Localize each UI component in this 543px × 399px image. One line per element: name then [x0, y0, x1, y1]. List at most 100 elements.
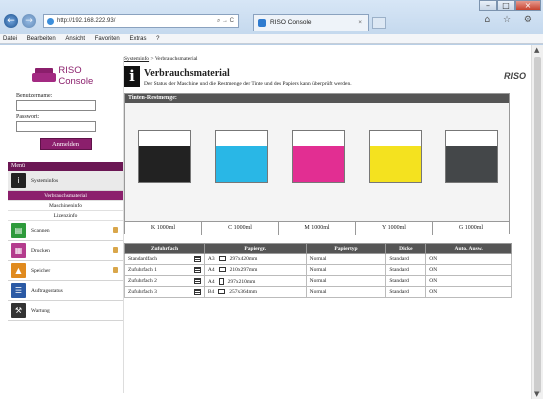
minimize-button[interactable]: –	[479, 0, 497, 11]
ink-level-fill	[139, 146, 190, 182]
print-icon: ▦	[11, 243, 26, 258]
landscape-paper-icon	[218, 256, 226, 262]
breadcrumb-current: > Verbrauchsmaterial	[149, 56, 198, 62]
ink-label-c: C 1000ml	[202, 222, 279, 235]
sidebar-item-auftragsstatus[interactable]: ☰ Auftragsstatus	[8, 281, 123, 301]
column-header: Papiergr.	[203, 243, 307, 254]
tab-favicon-icon	[258, 19, 266, 27]
tray-detail-icon[interactable]	[193, 256, 201, 262]
tray-detail-icon[interactable]	[193, 289, 201, 295]
sidebar-item-label: Drucken	[31, 247, 50, 254]
paper-type: Normal	[305, 264, 387, 276]
sidebar: RISO Console Benutzername: Passwort: Anm…	[8, 57, 124, 393]
riso-console-logo: RISO Console	[32, 65, 115, 87]
landscape-paper-icon	[218, 267, 226, 273]
paper-size: A4 210x297mm	[203, 264, 307, 276]
menu-bar: Datei Bearbeiten Ansicht Favoriten Extra…	[0, 34, 543, 44]
scroll-up-icon[interactable]: ▲	[534, 46, 539, 54]
submenu-lizenzinfo[interactable]: Lizenzinfo	[8, 211, 123, 221]
breadcrumb: Systeminfo > Verbrauchsmaterial	[124, 56, 198, 62]
lock-icon	[113, 267, 118, 273]
paper-thickness: Standard	[385, 253, 427, 265]
login-panel: RISO Console Benutzername: Passwort: Anm…	[8, 57, 123, 162]
table-row: Zufuhrfach 3 B4 257x364mm Normal Standard…	[124, 286, 512, 298]
storage-icon: ▲	[11, 263, 26, 278]
breadcrumb-link[interactable]: Systeminfo	[124, 56, 149, 62]
tray-detail-icon[interactable]	[193, 267, 201, 273]
tab-close-icon[interactable]: ×	[358, 15, 362, 30]
scroll-down-icon[interactable]: ▼	[534, 390, 539, 398]
forward-button[interactable]: →	[22, 14, 36, 28]
username-label: Benutzername:	[16, 93, 53, 99]
new-tab-button[interactable]	[372, 17, 386, 29]
portrait-paper-icon	[218, 277, 224, 285]
info-title-icon: i	[124, 66, 140, 87]
address-bar[interactable]: http://192.168.222.93/ ⌕ → C	[43, 14, 239, 28]
auto-select: ON	[425, 275, 512, 287]
password-label: Passwort:	[16, 114, 40, 120]
ink-label-m: M 1000ml	[279, 222, 356, 235]
sidebar-item-label: Auftragsstatus	[31, 287, 63, 294]
menu-favoriten[interactable]: Favoriten	[95, 34, 120, 44]
page-content: RISO Console Benutzername: Passwort: Anm…	[0, 45, 531, 399]
sidebar-item-speicher[interactable]: ▲ Speicher	[8, 261, 123, 281]
ink-level-fill	[446, 146, 497, 182]
menu-datei[interactable]: Datei	[3, 34, 17, 44]
site-globe-icon	[47, 18, 54, 25]
menu-extras[interactable]: Extras	[129, 34, 146, 44]
paper-size: A3 297x420mm	[203, 253, 307, 265]
column-header: Auto. Ausw.	[425, 243, 512, 254]
ink-label-g: G 1000ml	[458, 225, 484, 231]
paper-type: Normal	[305, 275, 387, 287]
back-button[interactable]: ←	[4, 14, 18, 28]
ink-remaining-panel: Tinten-Restmenge: K 1000ml C 1000ml M 10…	[124, 93, 510, 235]
ink-label-y: Y 1000ml	[356, 222, 433, 235]
menu-bearbeiten[interactable]: Bearbeiten	[27, 34, 56, 44]
paper-thickness: Standard	[385, 275, 427, 287]
sidebar-item-wartung[interactable]: ⚒ Wartung	[8, 301, 123, 321]
close-window-button[interactable]: ×	[515, 0, 541, 11]
paper-size: B4 257x364mm	[203, 286, 307, 298]
ink-level-fill	[293, 146, 344, 182]
menu-ansicht[interactable]: Ansicht	[65, 34, 85, 44]
sidebar-item-drucken[interactable]: ▦ Drucken	[8, 241, 123, 261]
sidebar-item-scannen[interactable]: ▤ Scannen	[8, 221, 123, 241]
address-controls[interactable]: ⌕ → C	[217, 15, 234, 27]
job-status-icon: ☰	[11, 283, 26, 298]
sidebar-item-systeminfos[interactable]: i Systeminfos	[8, 171, 123, 191]
tab-riso-console[interactable]: RISO Console ×	[253, 14, 369, 31]
menu-header: Menü	[8, 162, 123, 171]
auto-select: ON	[425, 253, 512, 265]
ink-gauge-k	[138, 130, 191, 183]
main-content: Systeminfo > Verbrauchsmaterial i Verbra…	[124, 45, 530, 399]
riso-brand-logo: RISO	[503, 71, 526, 81]
tray-name: Zufuhrfach 2	[124, 275, 205, 287]
auto-select: ON	[425, 286, 512, 298]
ink-gauge-c	[215, 130, 268, 183]
scrollbar-thumb[interactable]	[534, 57, 541, 393]
toolbar-icons[interactable]: ⌂ ☆ ⚙	[484, 15, 537, 25]
paper-size: A4 297x210mm	[203, 275, 307, 287]
password-input[interactable]	[16, 121, 96, 132]
page-description: Der Status der Maschine und die Restmeng…	[144, 81, 352, 87]
ink-level-fill	[216, 146, 267, 182]
submenu-verbrauchsmaterial[interactable]: Verbrauchsmaterial	[8, 191, 123, 201]
table-row: Zufuhrfach 1 A4 210x297mm Normal Standard…	[124, 264, 512, 276]
paper-type: Normal	[305, 286, 387, 298]
sidebar-item-label: Scannen	[31, 227, 50, 234]
menu-help[interactable]: ?	[156, 34, 159, 44]
tray-detail-icon[interactable]	[193, 278, 201, 284]
tab-title: RISO Console	[270, 19, 312, 26]
vertical-scrollbar[interactable]: ▲ ▼	[531, 45, 543, 399]
sidebar-item-label: Systeminfos	[31, 177, 59, 184]
username-input[interactable]	[16, 100, 96, 111]
browser-chrome: – □ × ← → http://192.168.222.93/ ⌕ → C R…	[0, 0, 543, 34]
landscape-paper-icon	[218, 289, 226, 295]
ink-label-k: K 1000ml	[125, 222, 202, 235]
table-row: Standardfach A3 297x420mm Normal Standard…	[124, 253, 512, 265]
submenu-maschineninfo[interactable]: Maschineninfo	[8, 201, 123, 211]
ink-panel-header: Tinten-Restmenge:	[125, 94, 509, 103]
ink-level-fill	[370, 146, 421, 182]
maximize-button[interactable]: □	[497, 0, 515, 11]
login-button[interactable]: Anmelden	[39, 138, 92, 150]
